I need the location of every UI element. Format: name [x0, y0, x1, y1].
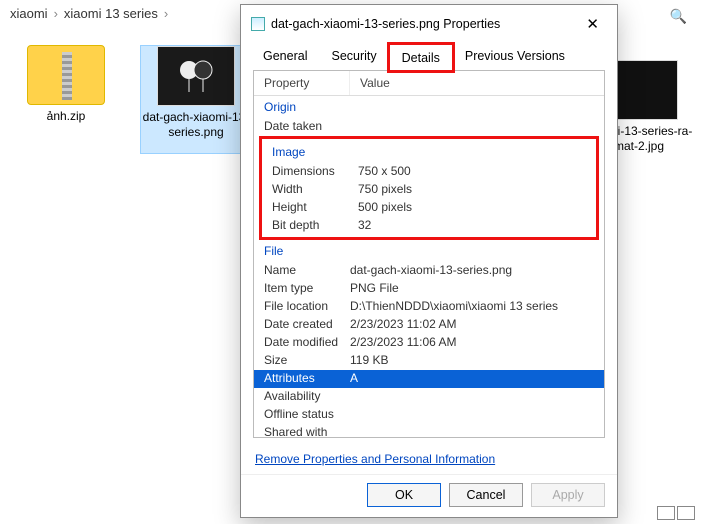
prop-label: Date created	[264, 317, 350, 333]
prop-row[interactable]: Date taken	[254, 118, 604, 136]
tab-details[interactable]: Details	[389, 44, 453, 71]
prop-value: D:\ThienNDDD\xiaomi\xiaomi 13 series	[350, 299, 558, 315]
chevron-right-icon: ›	[164, 6, 168, 21]
prop-value: 2/23/2023 11:06 AM	[350, 335, 457, 351]
prop-label: Height	[272, 200, 358, 216]
prop-row[interactable]: Availability	[254, 388, 604, 406]
prop-row-selected[interactable]: AttributesA	[254, 370, 604, 388]
tab-previous-versions[interactable]: Previous Versions	[453, 43, 577, 70]
properties-dialog: dat-gach-xiaomi-13-series.png Properties…	[240, 4, 618, 518]
zip-icon	[27, 45, 105, 105]
prop-label: Bit depth	[272, 218, 358, 234]
prop-row[interactable]: Width750 pixels	[262, 181, 596, 199]
file-item[interactable]: dat-gach-xiaomi-13-series.png	[140, 45, 252, 154]
image-group-highlight: Image Dimensions750 x 500 Width750 pixel…	[259, 136, 599, 240]
prop-label: Width	[272, 182, 358, 198]
prop-label: Availability	[264, 389, 350, 405]
prop-label: Shared with	[264, 425, 350, 438]
view-switcher[interactable]	[657, 506, 695, 520]
details-pane[interactable]: Property Value Origin Date taken Image D…	[253, 70, 605, 438]
tab-general[interactable]: General	[251, 43, 319, 70]
file-name: dat-gach-xiaomi-13-series.png	[141, 110, 251, 140]
group-file: File	[254, 240, 604, 262]
column-headers: Property Value	[254, 71, 604, 96]
prop-row[interactable]: Bit depth32	[262, 217, 596, 235]
apply-button: Apply	[531, 483, 605, 507]
chevron-right-icon: ›	[54, 6, 58, 21]
titlebar[interactable]: dat-gach-xiaomi-13-series.png Properties…	[241, 5, 617, 43]
prop-row[interactable]: Offline status	[254, 406, 604, 424]
prop-label: Date taken	[264, 119, 350, 135]
header-value: Value	[350, 71, 400, 95]
prop-row[interactable]: Date created2/23/2023 11:02 AM	[254, 316, 604, 334]
dialog-buttons: OK Cancel Apply	[241, 474, 617, 517]
remove-properties-link-row: Remove Properties and Personal Informati…	[241, 444, 617, 474]
prop-row[interactable]: Item typePNG File	[254, 280, 604, 298]
breadcrumb-seg[interactable]: xiaomi 13 series	[64, 6, 158, 21]
dialog-title: dat-gach-xiaomi-13-series.png Properties	[271, 17, 572, 31]
prop-row[interactable]: Namedat-gach-xiaomi-13-series.png	[254, 262, 604, 280]
prop-row[interactable]: Date modified2/23/2023 11:06 AM	[254, 334, 604, 352]
image-file-icon	[251, 17, 265, 31]
prop-label: Dimensions	[272, 164, 358, 180]
details-view-icon[interactable]	[657, 506, 675, 520]
file-item[interactable]: ảnh.zip	[10, 45, 122, 154]
prop-label: Attributes	[264, 371, 350, 387]
tab-bar: General Security Details Previous Versio…	[241, 43, 617, 70]
group-image: Image	[262, 141, 596, 163]
prop-label: Item type	[264, 281, 350, 297]
prop-row[interactable]: Shared with	[254, 424, 604, 438]
prop-value: 119 KB	[350, 353, 388, 369]
group-origin: Origin	[254, 96, 604, 118]
prop-value: dat-gach-xiaomi-13-series.png	[350, 263, 512, 279]
prop-label: Size	[264, 353, 350, 369]
prop-label: Offline status	[264, 407, 350, 423]
close-icon[interactable]: ✕	[578, 13, 607, 35]
prop-row[interactable]: Dimensions750 x 500	[262, 163, 596, 181]
prop-label: File location	[264, 299, 350, 315]
thumbnail	[157, 46, 235, 106]
cancel-button[interactable]: Cancel	[449, 483, 523, 507]
search-icon[interactable]: 🔍	[670, 8, 687, 25]
ok-button[interactable]: OK	[367, 483, 441, 507]
prop-row[interactable]: Height500 pixels	[262, 199, 596, 217]
file-name: ảnh.zip	[47, 109, 86, 124]
prop-value: 32	[358, 218, 371, 234]
prop-value: PNG File	[350, 281, 399, 297]
prop-value: 500 pixels	[358, 200, 412, 216]
prop-value: A	[350, 371, 358, 387]
prop-row[interactable]: File locationD:\ThienNDDD\xiaomi\xiaomi …	[254, 298, 604, 316]
remove-properties-link[interactable]: Remove Properties and Personal Informati…	[255, 452, 495, 466]
prop-row[interactable]: Size119 KB	[254, 352, 604, 370]
header-property: Property	[254, 71, 350, 95]
prop-label: Date modified	[264, 335, 350, 351]
tab-security[interactable]: Security	[319, 43, 388, 70]
prop-value: 2/23/2023 11:02 AM	[350, 317, 457, 333]
prop-value: 750 x 500	[358, 164, 411, 180]
breadcrumb-seg[interactable]: xiaomi	[10, 6, 48, 21]
prop-value: 750 pixels	[358, 182, 412, 198]
thumbnails-view-icon[interactable]	[677, 506, 695, 520]
prop-label: Name	[264, 263, 350, 279]
